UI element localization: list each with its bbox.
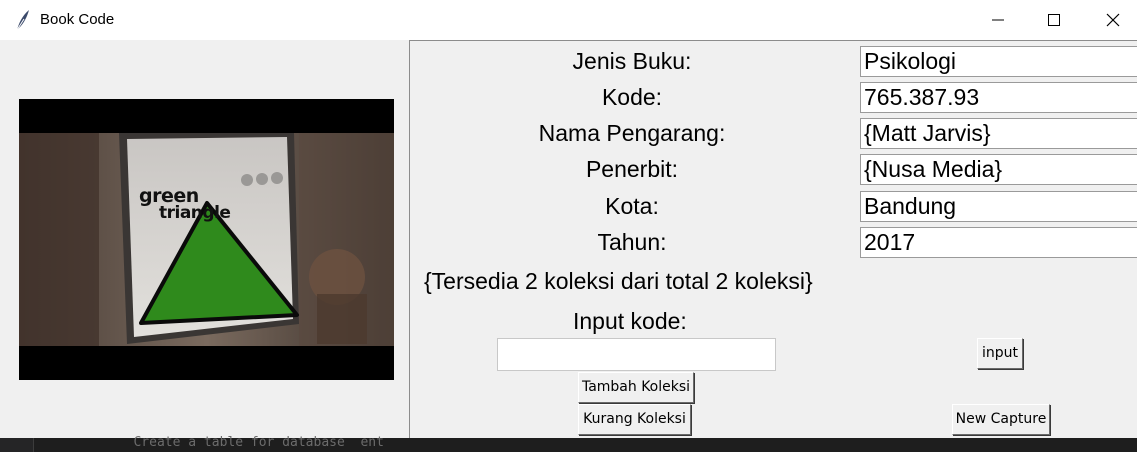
label-kota: Kota: xyxy=(605,193,659,219)
label-tahun: Tahun: xyxy=(597,229,667,255)
camera-frame-image xyxy=(19,99,394,380)
close-icon xyxy=(1106,13,1120,27)
input-button[interactable]: input xyxy=(977,338,1023,369)
title-bar[interactable]: Book Code xyxy=(0,0,1137,40)
book-code-window: Book Code green triangle Jenis Buku: Psi… xyxy=(0,0,1137,438)
availability-status: {Tersedia 2 koleksi dari total 2 koleksi… xyxy=(424,268,813,294)
kurang-koleksi-button[interactable]: Kurang Koleksi xyxy=(578,404,691,435)
close-button[interactable] xyxy=(1090,0,1136,40)
label-jenis-buku: Jenis Buku: xyxy=(572,48,692,74)
minimize-button[interactable] xyxy=(975,0,1021,40)
feather-icon xyxy=(16,10,29,31)
label-nama-pengarang: Nama Pengarang: xyxy=(538,120,726,146)
label-kode: Kode: xyxy=(601,84,663,110)
maximize-button[interactable] xyxy=(1031,0,1077,40)
camera-preview: green triangle xyxy=(19,99,394,380)
minimize-icon xyxy=(992,19,1004,21)
label-penerbit: Penerbit: xyxy=(585,156,679,182)
value-nama-pengarang[interactable]: {Matt Jarvis} xyxy=(860,118,1137,149)
tambah-koleksi-button[interactable]: Tambah Koleksi xyxy=(578,372,694,403)
editor-gutter xyxy=(0,438,34,452)
detection-label-shape: triangle xyxy=(159,203,231,223)
background-editor: Create a table for database ent xyxy=(0,435,1137,452)
new-capture-button[interactable]: New Capture xyxy=(952,404,1050,435)
value-tahun[interactable]: 2017 xyxy=(860,227,1137,258)
code-input-field[interactable] xyxy=(497,338,776,371)
editor-code-line: Create a table for database ent xyxy=(110,435,384,450)
value-jenis-buku[interactable]: Psikologi xyxy=(860,46,1137,77)
input-code-label: Input kode: xyxy=(573,308,687,334)
value-penerbit[interactable]: {Nusa Media} xyxy=(860,154,1137,185)
maximize-icon xyxy=(1048,14,1060,26)
window-title: Book Code xyxy=(40,11,115,28)
value-kode[interactable]: 765.387.93 xyxy=(860,82,1137,113)
value-kota[interactable]: Bandung xyxy=(860,191,1137,222)
